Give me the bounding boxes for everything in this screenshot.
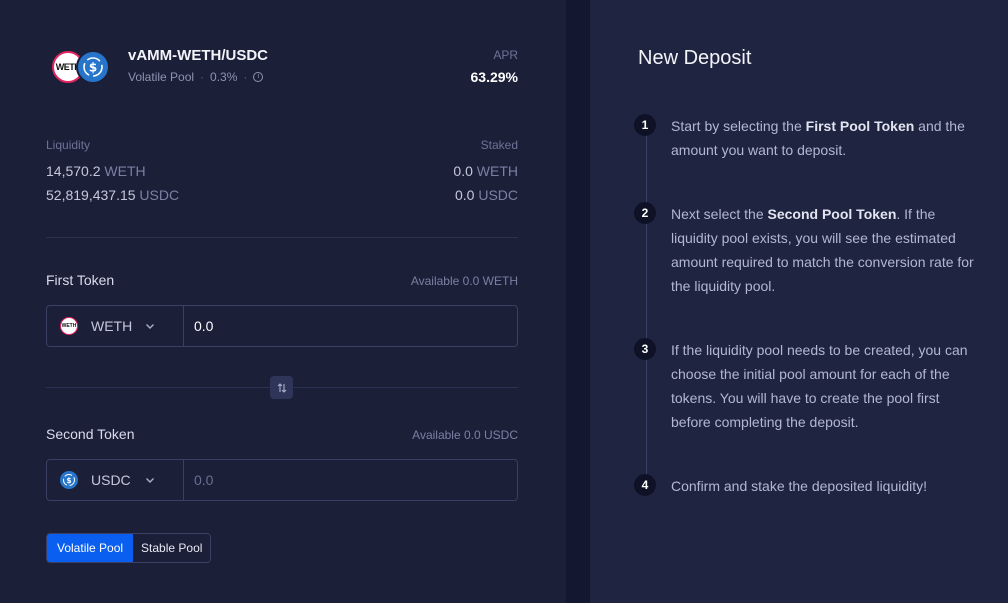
liquidity-label: Liquidity <box>46 138 91 152</box>
staked-label: Staked <box>480 138 518 152</box>
steps-timeline <box>646 134 647 476</box>
staked-usdc-value: 0.0 <box>454 187 475 203</box>
first-token-available: Available 0.0 WETH <box>410 274 518 288</box>
pool-type: Volatile Pool <box>128 70 195 84</box>
pool-panel: WETH $ vAMM-WETH/USDC Volatile Pool · 0.… <box>0 0 566 603</box>
separator: · <box>243 70 248 84</box>
liquidity-usdc-value: 52,819,437.15 <box>46 187 136 203</box>
second-token-title: Second Token <box>46 426 135 442</box>
first-token-symbol: WETH <box>91 318 133 334</box>
step-number: 3 <box>634 338 656 360</box>
pool-fee: 0.3% <box>210 70 238 84</box>
step-number: 4 <box>634 474 656 496</box>
liquidity-weth-value: 14,570.2 <box>46 163 101 179</box>
deposit-instructions-panel: New Deposit 1 Start by selecting the Fir… <box>590 0 1008 603</box>
usdc-token-icon: $ <box>76 50 110 84</box>
second-token-select[interactable]: $ USDC <box>47 460 184 500</box>
first-token-select[interactable]: WETH WETH <box>47 306 184 346</box>
pair-name: vAMM-WETH/USDC <box>128 47 268 64</box>
step-number: 1 <box>634 114 656 136</box>
second-token-input-group: $ USDC <box>46 459 518 501</box>
staked-usdc-unit: USDC <box>478 187 518 203</box>
svg-text:$: $ <box>89 61 97 75</box>
chevron-down-icon <box>146 478 154 483</box>
swap-arrows-icon <box>277 382 286 393</box>
panel-gutter <box>566 0 590 603</box>
pair-icons: WETH $ <box>52 50 110 84</box>
liquidity-weth-unit: WETH <box>104 163 146 179</box>
swap-tokens-button[interactable] <box>270 376 293 399</box>
step-text: If the liquidity pool needs to be create… <box>671 342 968 430</box>
first-token-title: First Token <box>46 272 115 288</box>
step-number: 2 <box>634 202 656 224</box>
staked-weth-unit: WETH <box>476 163 518 179</box>
pair-subtitle: Volatile Pool · 0.3% · i <box>128 70 264 84</box>
second-token-amount-input[interactable] <box>184 460 517 500</box>
weth-token-icon: WETH <box>60 317 78 335</box>
chevron-down-icon <box>146 324 154 329</box>
apr-label: APR <box>493 48 518 62</box>
new-deposit-title: New Deposit <box>638 47 752 69</box>
separator: · <box>200 70 205 84</box>
liquidity-usdc: 52,819,437.15 USDC <box>46 187 179 203</box>
second-token-symbol: USDC <box>91 472 131 488</box>
volatile-pool-option[interactable]: Volatile Pool <box>47 534 134 562</box>
step-text: Start by selecting the First Pool Token … <box>671 118 965 158</box>
liquidity-weth: 14,570.2 WETH <box>46 163 146 179</box>
staked-weth-value: 0.0 <box>453 163 473 179</box>
step-text: Next select the Second Pool Token. If th… <box>671 206 974 294</box>
step-text: Confirm and stake the deposited liquidit… <box>671 478 928 494</box>
apr-value: 63.29% <box>470 69 518 85</box>
liquidity-usdc-unit: USDC <box>139 187 180 203</box>
section-divider <box>46 237 518 238</box>
svg-text:$: $ <box>66 476 71 485</box>
staked-usdc: 0.0 USDC <box>455 187 518 203</box>
staked-weth: 0.0 WETH <box>453 163 518 179</box>
stable-pool-option[interactable]: Stable Pool <box>133 534 211 562</box>
first-token-amount-input[interactable] <box>184 306 517 346</box>
info-icon[interactable]: i <box>253 72 264 82</box>
pool-type-toggle: Volatile Pool Stable Pool <box>46 533 212 563</box>
second-token-available: Available 0.0 USDC <box>412 428 518 442</box>
usdc-token-icon: $ <box>60 471 78 489</box>
first-token-input-group: WETH WETH <box>46 305 518 347</box>
